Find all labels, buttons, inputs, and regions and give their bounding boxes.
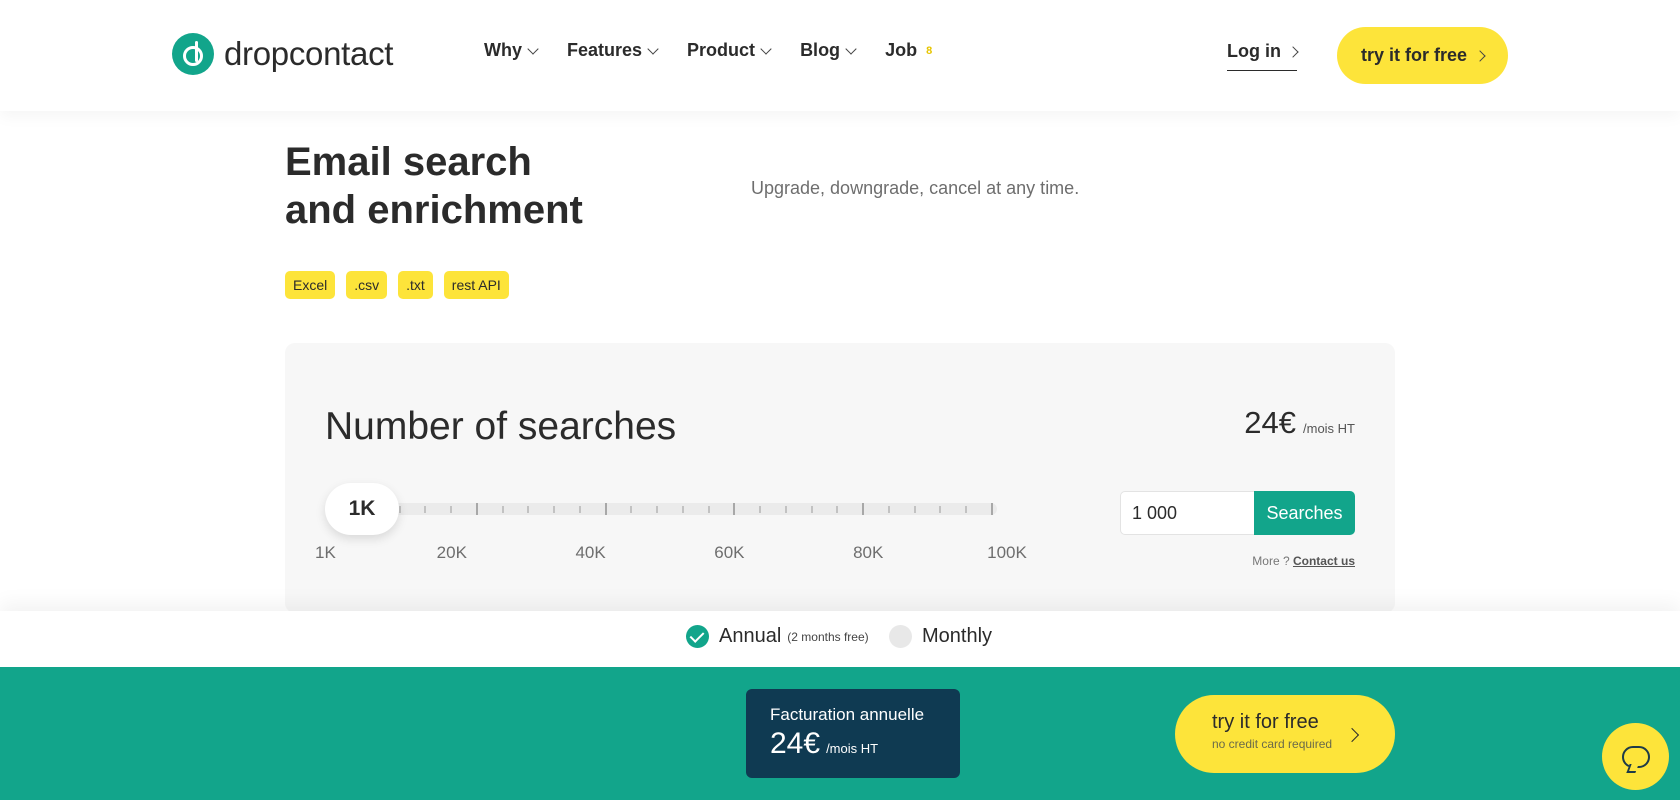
main-nav: Why Features Product Blog Job 8 (484, 40, 932, 61)
nav-item-features[interactable]: Features (567, 40, 659, 61)
plan-price: 24€ /mois HT (1244, 405, 1355, 441)
billing-price-unit: /mois HT (826, 741, 879, 756)
slider-tick (476, 503, 478, 515)
tag-excel: Excel (285, 271, 336, 299)
annual-billing-summary: Facturation annuelle 24€ /mois HT (746, 689, 960, 778)
slider-scale-label: 40K (575, 543, 606, 562)
contact-us-link[interactable]: Contact us (1293, 554, 1355, 568)
format-tags: Excel .csv .txt rest API (285, 271, 509, 299)
slider-tick (759, 506, 761, 513)
chat-launcher-button[interactable] (1602, 723, 1669, 790)
nav-item-label: Why (484, 40, 522, 60)
slider-value-label: 1K (348, 497, 376, 520)
searches-input[interactable] (1120, 491, 1254, 535)
login-link[interactable]: Log in (1227, 41, 1299, 71)
billing-label: Facturation annuelle (770, 705, 925, 724)
monthly-radio-icon[interactable] (889, 625, 912, 648)
slider-tick (836, 506, 838, 513)
nav-item-label: Blog (800, 40, 841, 60)
billing-toggle-bar: Annual (2 months free) Monthly (0, 611, 1680, 667)
annual-label: Annual (719, 625, 782, 647)
nav-item-job[interactable]: Job 8 (885, 40, 932, 61)
slider-tick (733, 503, 735, 515)
slider-tick (965, 506, 967, 513)
searches-button[interactable]: Searches (1254, 491, 1355, 535)
login-label: Log in (1227, 41, 1281, 61)
slider-tick (450, 506, 452, 513)
nav-item-label: Features (567, 40, 643, 60)
title-line-1: Email search (285, 140, 532, 184)
tag-csv: .csv (346, 271, 388, 299)
page-subtitle: Upgrade, downgrade, cancel at any time. (751, 178, 1080, 198)
slider-tick (785, 506, 787, 513)
page-title: Email search and enrichment (285, 138, 583, 234)
slider-tick (914, 506, 916, 513)
slider-tick (991, 503, 993, 515)
slider-track[interactable] (343, 503, 997, 515)
nav-item-why[interactable]: Why (484, 40, 539, 61)
try-free-bottom-label: try it for free (1212, 711, 1319, 733)
chevron-down-icon (760, 42, 772, 55)
pricing-card: Number of searches 24€ /mois HT 1K Searc… (285, 343, 1395, 613)
slider-tick (399, 506, 401, 513)
annual-radio-checked-icon[interactable] (686, 625, 709, 648)
chevron-right-icon (1287, 45, 1299, 58)
try-free-label: try it for free (1360, 45, 1468, 65)
billing-price-value: 24€ (770, 727, 821, 760)
slider-tick (656, 506, 658, 513)
annual-option[interactable]: Annual (2 months free) (686, 625, 869, 648)
price-unit: /mois HT (1303, 421, 1355, 436)
slider-tick (553, 506, 555, 513)
try-free-bottom-button[interactable]: try it for free no credit card required (1175, 695, 1395, 773)
nav-item-label: Job (885, 40, 918, 60)
chat-bubble-icon (1621, 745, 1650, 768)
tag-txt: .txt (398, 271, 433, 299)
slider-tick (811, 506, 813, 513)
slider-thumb[interactable]: 1K (325, 483, 399, 535)
price-value: 24€ (1244, 405, 1296, 440)
tag-rest-api: rest API (443, 271, 509, 299)
monthly-option[interactable]: Monthly (889, 625, 992, 648)
monthly-label: Monthly (922, 625, 993, 647)
dropcontact-logo-icon (172, 33, 214, 75)
slider-tick (502, 506, 504, 513)
slider-tick (579, 506, 581, 513)
slider-tick (888, 506, 890, 513)
chevron-down-icon (845, 42, 857, 55)
more-text: More ? (1252, 554, 1290, 568)
searches-title: Number of searches (325, 405, 677, 448)
nav-item-blog[interactable]: Blog (800, 40, 857, 61)
annual-note: (2 months free) (787, 629, 869, 644)
logo-text: dropcontact (224, 35, 394, 72)
logo[interactable]: dropcontact (172, 33, 393, 75)
slider-scale-label: 20K (436, 543, 467, 562)
slider-tick (862, 503, 864, 515)
job-count-badge: 8 (926, 44, 933, 57)
nav-item-label: Product (687, 40, 756, 60)
chevron-down-icon (647, 42, 659, 55)
more-contact: More ? Contact us (1252, 554, 1355, 568)
slider-tick (527, 506, 529, 513)
bottom-cta-bar: Facturation annuelle 24€ /mois HT try it… (0, 667, 1680, 800)
slider-scale-label: 60K (714, 543, 745, 562)
slider-tick (939, 506, 941, 513)
slider-tick (630, 506, 632, 513)
slider-scale-label: 1K (315, 543, 336, 562)
site-header: dropcontact Why Features Product Blog Jo… (0, 0, 1680, 111)
slider-tick (605, 503, 607, 515)
no-credit-card-note: no credit card required (1212, 737, 1333, 751)
chevron-down-icon (527, 42, 539, 55)
chevron-right-icon (1474, 49, 1486, 62)
nav-item-product[interactable]: Product (687, 40, 772, 61)
slider-scale-label: 100K (987, 543, 1027, 562)
try-free-button[interactable]: try it for free (1337, 27, 1508, 84)
slider-tick (708, 506, 710, 513)
slider-tick (424, 506, 426, 513)
title-line-2: and enrichment (285, 188, 583, 232)
slider-tick (682, 506, 684, 513)
slider-scale-label: 80K (853, 543, 884, 562)
billing-price: 24€ /mois HT (770, 727, 960, 761)
